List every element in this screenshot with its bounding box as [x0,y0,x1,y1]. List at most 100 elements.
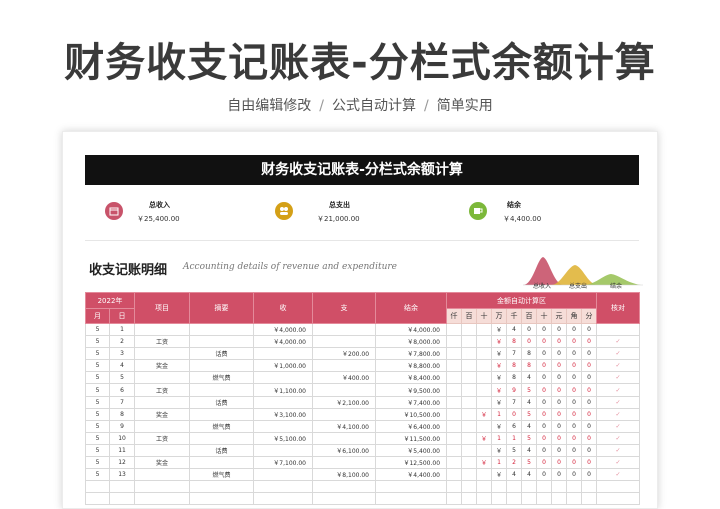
cell-memo: 话费 [189,347,255,361]
cell-digit: 0 [581,371,598,385]
cell-balance: ￥10,500.00 [375,407,448,421]
cell-digit [476,347,493,361]
cell-digit: ￥ [491,395,508,409]
cell-item: 奖金 [134,456,191,470]
cell-item [134,322,191,337]
cell-digit [446,335,463,349]
cell-balance: ￥4,000.00 [375,322,448,337]
cell-expense [312,383,377,397]
cell-month: 5 [85,395,110,409]
summary-income: 总收入 ￥25,400.00 [105,192,255,244]
digit-header: 角 [566,308,583,324]
cell-digit [446,419,463,433]
cell-digit: 8 [521,359,538,373]
cell-item [134,419,191,433]
cell-empty [491,492,508,506]
cell-empty [596,480,641,494]
cell-month: 5 [85,383,110,397]
cell-digit: 0 [566,456,583,470]
cell-digit: 4 [506,322,523,337]
cell-digit: 4 [506,468,523,482]
cell-income [253,371,314,385]
subtitle-item: 简单实用 [436,98,493,114]
cell-digit: 0 [566,359,583,373]
cell-digit: ￥ [476,407,493,421]
year-header: 2022年 [84,292,136,309]
cell-check: ✓ [596,431,641,445]
digit-header: 万 [491,308,508,324]
cell-digit: 5 [521,383,538,397]
cell-digit: 0 [566,371,583,385]
cell-memo [189,359,255,373]
cell-digit: ￥ [491,419,508,433]
cell-digit: 0 [536,347,553,361]
col-header-item: 项目 [134,292,191,324]
cell-expense [312,407,377,421]
cell-digit: 8 [506,335,523,349]
col-header-day: 日 [108,308,136,324]
cell-digit [446,371,463,385]
cell-empty [446,492,463,506]
cell-check: ✓ [596,359,641,373]
cell-empty [85,492,110,506]
cell-digit [461,347,478,361]
digit-header: 十 [536,308,553,324]
cup-icon [469,202,487,220]
cell-digit: 0 [566,431,583,445]
cell-digit: 0 [536,322,553,337]
cell-digit [476,371,493,385]
cell-balance: ￥6,400.00 [375,419,448,433]
table-row: 5 11 话费 ￥6,100.00 ￥5,400.00 ￥ 5 4 0 0 0 0 ✓ [85,443,641,458]
cell-expense: ￥200.00 [312,347,377,361]
cell-empty [566,480,583,494]
page-title: 财务收支记账表-分栏式余额计算 [64,40,656,86]
cell-digit [461,322,478,337]
cell-empty [491,480,508,494]
cell-item: 工资 [134,431,191,445]
cell-month: 5 [85,419,110,433]
cell-digit: 0 [506,407,523,421]
summary-balance: 结余 ￥4,400.00 [469,192,619,244]
cell-digit: 0 [566,347,583,361]
table-row: 5 7 话费 ￥2,100.00 ￥7,400.00 ￥ 7 4 0 0 0 0 ✓ [85,395,641,409]
subtitle-separator: / [319,98,324,114]
cell-balance: ￥8,800.00 [375,359,448,373]
cell-day: 6 [108,383,136,397]
cell-digit: 6 [506,419,523,433]
cell-digit: 0 [581,335,598,349]
cell-digit: 5 [521,456,538,470]
cell-income: ￥1,100.00 [253,383,314,397]
cell-empty [521,492,538,506]
cell-expense [312,335,377,349]
summary-value: ￥25,400.00 [137,215,180,223]
cell-digit [446,431,463,445]
cell-item [134,371,191,385]
cell-check: ✓ [596,335,641,349]
cell-digit [446,407,463,421]
cell-digit [476,359,493,373]
cell-month: 5 [85,359,110,373]
cell-empty [446,480,463,494]
cell-day: 5 [108,371,136,385]
cell-digit [461,395,478,409]
cell-digit: ￥ [491,383,508,397]
summary-value: ￥21,000.00 [317,215,360,223]
cell-item [134,395,191,409]
table-row: 5 12 奖金 ￥7,100.00 ￥12,500.00 ￥ 1 2 5 0 0 0 0 ✓ [85,456,641,470]
cell-digit: 0 [566,335,583,349]
cell-digit: 0 [551,419,568,433]
cell-check [596,322,641,337]
cell-digit: 1 [491,407,508,421]
cell-digit: 8 [506,359,523,373]
digit-header: 分 [581,308,598,324]
cell-empty [476,492,493,506]
users-icon [275,202,293,220]
cell-digit [461,407,478,421]
table-row: 5 4 奖金 ￥1,000.00 ￥8,800.00 ￥ 8 8 0 0 0 0 ✓ [85,359,641,373]
cell-digit [461,468,478,482]
cell-digit: 0 [581,395,598,409]
summary-label: 总支出 [329,201,350,209]
cell-check: ✓ [596,383,641,397]
cell-check: ✓ [596,395,641,409]
cell-digit: 7 [506,395,523,409]
